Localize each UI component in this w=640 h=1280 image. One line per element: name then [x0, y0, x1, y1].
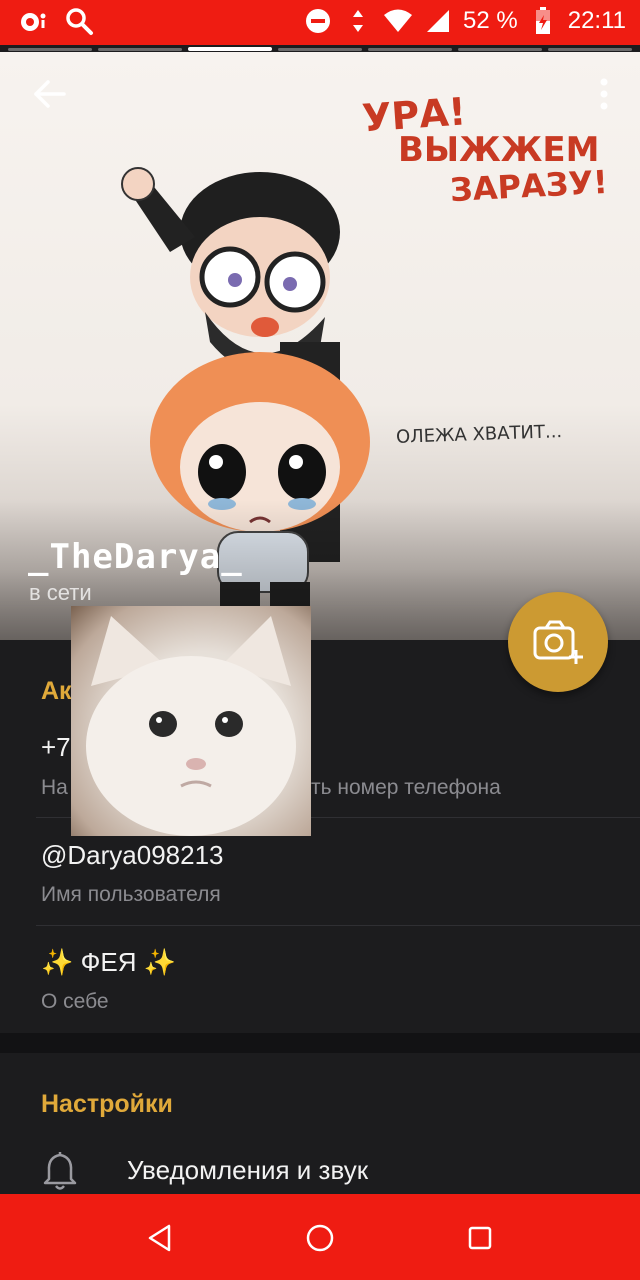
more-menu-button[interactable]	[594, 76, 614, 112]
story-segment	[278, 48, 362, 51]
username-value: @Darya098213	[41, 840, 224, 870]
nav-recents-button[interactable]	[460, 1218, 500, 1258]
story-segment	[368, 48, 452, 51]
profile-name: _TheDarya_	[28, 537, 243, 577]
account-section-title: Ак	[41, 677, 72, 705]
add-photo-button[interactable]	[508, 592, 608, 692]
bio-label: О себе	[41, 990, 109, 1013]
battery-percent: 52 %	[463, 7, 518, 34]
wifi-icon	[383, 6, 413, 36]
nav-recents-square-icon	[468, 1226, 492, 1250]
photo-text-line-3: ЗАРАЗУ!	[449, 163, 609, 210]
divider	[36, 925, 640, 926]
story-segment	[458, 48, 542, 51]
status-bar-left	[18, 6, 94, 36]
bio-value: ✨ ФЕЯ ✨	[41, 947, 177, 977]
cat-face	[86, 616, 296, 836]
search-icon	[64, 6, 94, 36]
camera-notification-icon	[18, 6, 48, 36]
status-bar-right: 52 % 22:11	[303, 6, 626, 36]
system-nav-bar	[0, 1194, 640, 1280]
more-vertical-icon	[600, 78, 608, 110]
back-button[interactable]	[28, 74, 72, 114]
phone-value: +7	[41, 732, 71, 762]
nav-home-circle-icon	[306, 1224, 334, 1252]
photo-caption-bottom: ОЛЕЖА ХВАТИТ...	[395, 421, 563, 448]
nav-back-triangle-icon	[148, 1224, 171, 1252]
clock: 22:11	[567, 7, 626, 34]
story-progress	[8, 46, 632, 52]
add-photo-icon	[533, 620, 583, 664]
do-not-disturb-icon	[303, 6, 333, 36]
story-segment	[548, 48, 632, 51]
arrow-left-icon	[34, 80, 66, 108]
story-segment	[8, 48, 92, 51]
phone-label-right: ть номер телефона	[311, 776, 501, 799]
online-status: в сети	[29, 580, 92, 605]
story-segment	[98, 48, 182, 51]
nav-back-button[interactable]	[140, 1218, 180, 1258]
settings-section-title: Настройки	[41, 1090, 173, 1118]
cat-sticker-image	[71, 606, 311, 836]
story-segment-active	[188, 47, 272, 51]
photo-caption-top: УРА! ВЫЖЖЕМ ЗАРАЗУ!	[360, 89, 609, 209]
settings-item-label: Уведомления и звук	[127, 1155, 369, 1185]
status-bar: 52 % 22:11	[0, 0, 640, 45]
section-separator	[0, 1033, 640, 1053]
settings-item-notifications[interactable]: Уведомления и звук	[0, 1145, 640, 1195]
battery-icon	[528, 6, 558, 36]
data-arrows-icon	[343, 6, 373, 36]
bell-icon	[42, 1151, 78, 1191]
username-label: Имя пользователя	[41, 883, 221, 906]
phone-label-left: На	[41, 776, 68, 799]
signal-icon	[423, 6, 453, 36]
nav-home-button[interactable]	[300, 1218, 340, 1258]
